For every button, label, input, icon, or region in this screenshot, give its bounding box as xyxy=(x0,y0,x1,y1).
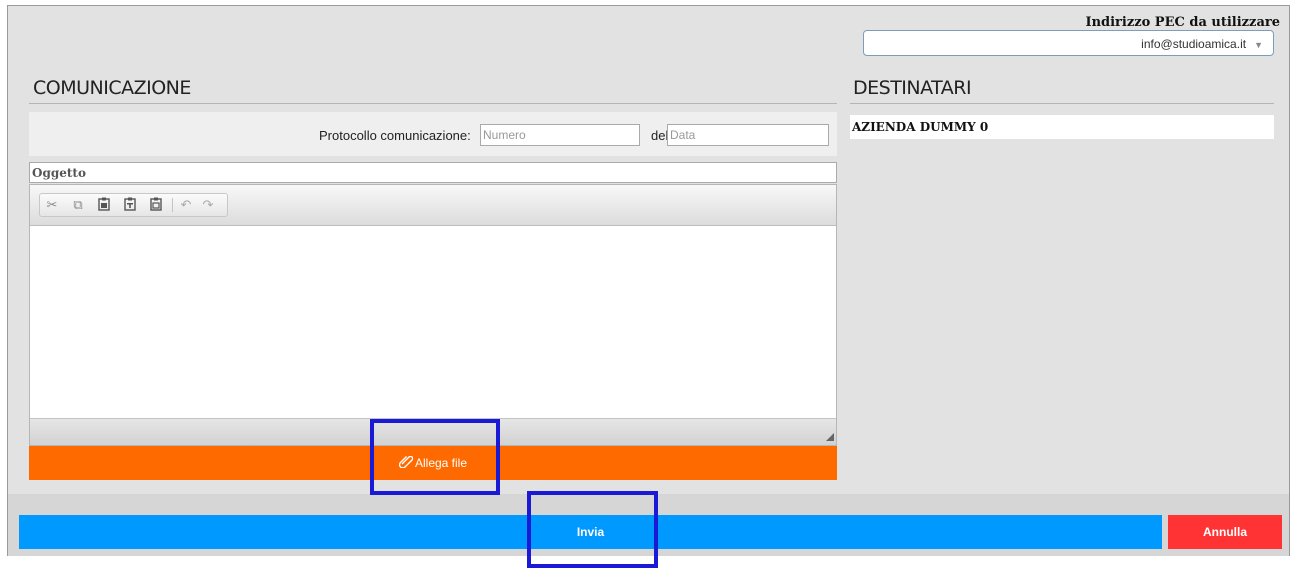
communication-divider xyxy=(29,103,837,104)
subject-input[interactable]: Oggetto xyxy=(29,162,837,183)
cancel-button[interactable]: Annulla xyxy=(1168,515,1282,549)
communication-title: COMUNICAZIONE xyxy=(33,77,191,99)
paste-text-icon[interactable] xyxy=(122,197,138,213)
protocol-date-input[interactable]: Data xyxy=(667,124,829,146)
pec-selected-value: info@studioamica.it xyxy=(1141,37,1247,51)
copy-icon[interactable]: ⧉ xyxy=(70,197,86,213)
highlight-box-send xyxy=(527,491,658,568)
recipients-divider xyxy=(850,103,1274,104)
protocol-label: Protocollo comunicazione: xyxy=(319,128,471,143)
communication-dialog: Indirizzo PEC da utilizzare info@studioa… xyxy=(7,5,1290,556)
rich-text-editor: ✂ ⧉ ↶ ↷ xyxy=(29,184,837,446)
editor-toolbar-group: ✂ ⧉ ↶ ↷ xyxy=(39,193,228,217)
cut-icon[interactable]: ✂ xyxy=(44,197,60,213)
resize-handle-icon[interactable] xyxy=(826,433,834,441)
paste-word-icon[interactable] xyxy=(148,197,164,213)
protocol-date-label: del xyxy=(651,128,669,143)
recipients-title: DESTINATARI xyxy=(853,77,972,99)
dropdown-arrow-icon: ▼ xyxy=(1254,40,1263,50)
pec-address-select[interactable]: info@studioamica.it ▼ xyxy=(863,30,1274,56)
paste-icon[interactable] xyxy=(96,197,112,213)
editor-toolbar: ✂ ⧉ ↶ ↷ xyxy=(30,185,836,226)
redo-icon[interactable]: ↷ xyxy=(200,197,216,213)
editor-content-area[interactable] xyxy=(30,226,836,419)
recipient-item[interactable]: AZIENDA DUMMY 0 xyxy=(850,115,1274,139)
toolbar-separator xyxy=(172,198,173,212)
undo-icon[interactable]: ↶ xyxy=(178,197,194,213)
highlight-box-attach xyxy=(370,419,500,495)
pec-address-label: Indirizzo PEC da utilizzare xyxy=(1085,15,1281,30)
protocol-number-input[interactable]: Numero xyxy=(480,124,640,146)
protocol-row: Protocollo comunicazione: Numero del Dat… xyxy=(29,112,837,156)
